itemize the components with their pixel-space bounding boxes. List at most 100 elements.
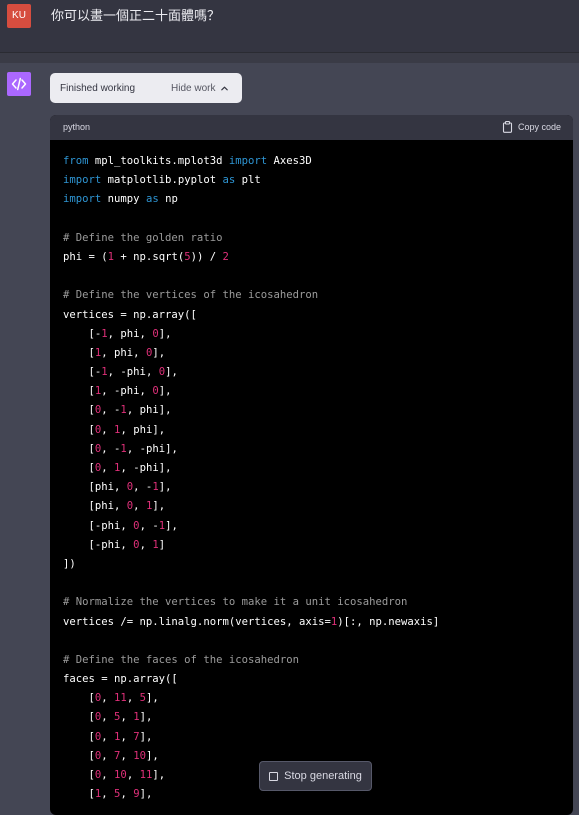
code-text: [: [63, 769, 95, 781]
code-comment: # Define the vertices of the icosahedron: [63, 289, 319, 302]
code-keyword: import: [228, 155, 268, 167]
code-text: [: [63, 404, 95, 417]
code-text: ,: [101, 749, 115, 762]
code-text: ],: [165, 519, 178, 532]
code-number: 10: [114, 769, 127, 781]
code-text: , -: [139, 519, 159, 532]
code-text: ,: [101, 423, 115, 436]
code-text: ],: [158, 327, 172, 340]
code-line: [phi, 0, 1],: [63, 497, 573, 516]
work-status-panel: Finished working Hide work: [50, 73, 242, 103]
code-text: phi = (: [63, 250, 108, 263]
work-status-label: Finished working: [60, 83, 136, 94]
code-text: [: [63, 692, 95, 705]
hide-work-label: Hide work: [171, 82, 216, 94]
code-keyword: from: [63, 155, 89, 167]
code-text: [phi,: [63, 500, 127, 513]
message-divider: [0, 53, 579, 63]
code-text: ,: [101, 769, 115, 781]
code-content: from mpl_toolkits.mplot3d import Axes3D i…: [63, 152, 573, 804]
code-text: faces = np.array([: [63, 673, 178, 686]
stop-square-icon: [269, 771, 279, 781]
code-text: numpy: [101, 193, 146, 206]
code-line: [0, 11, 5],: [63, 689, 573, 708]
code-text: ]: [158, 538, 166, 551]
code-line: [-phi, 0, -1],: [63, 517, 573, 536]
code-text: )) /: [190, 250, 223, 263]
user-avatar: KU: [7, 4, 31, 28]
code-number: 11: [139, 769, 153, 781]
code-keyword: as: [145, 193, 159, 206]
code-text: ,: [120, 788, 134, 801]
code-text: ]): [63, 557, 76, 570]
code-text: , -: [133, 481, 153, 494]
user-message-row: KU 你可以畫一個正二十面體嗎？: [0, 0, 579, 53]
code-text: )[:, np.newaxis]: [337, 615, 440, 628]
code-text: [: [63, 749, 95, 762]
code-text: [-: [63, 327, 102, 340]
code-block-header: python Copy code: [50, 115, 573, 140]
code-keyword: import: [63, 174, 102, 187]
code-line: [0, 1, 7],: [63, 728, 573, 747]
code-text: ],: [158, 481, 172, 494]
stop-generating-button[interactable]: Stop generating: [259, 761, 372, 791]
stop-generating-label: Stop generating: [284, 770, 362, 782]
code-text: ],: [139, 711, 153, 724]
code-text: [: [63, 346, 95, 359]
code-text: ,: [120, 711, 134, 724]
code-icon: [11, 77, 27, 91]
code-comment: # Normalize the vertices to make it a un…: [63, 596, 408, 609]
code-text: ],: [139, 730, 153, 743]
code-line: [0, -1, -phi],: [63, 440, 573, 459]
copy-code-label: Copy code: [517, 122, 561, 132]
code-line: [phi, 0, -1],: [63, 478, 573, 497]
code-text: ],: [152, 346, 166, 359]
chevron-up-icon: [221, 86, 229, 90]
code-text: ,: [126, 692, 140, 705]
code-line: # Define the golden ratio: [63, 229, 573, 248]
code-text: [-phi,: [63, 538, 134, 551]
code-line: [0, -1, phi],: [63, 401, 573, 420]
code-keyword: as: [222, 174, 236, 187]
code-text: [: [63, 788, 95, 801]
code-text: , -phi],: [126, 442, 178, 455]
code-comment: # Define the faces of the icosahedron: [63, 653, 299, 666]
code-text: ,: [101, 692, 115, 705]
code-text: ],: [145, 692, 159, 705]
hide-work-button[interactable]: Hide work: [171, 78, 229, 98]
code-text: plt: [235, 174, 261, 187]
code-line: faces = np.array([: [63, 670, 573, 689]
code-text: , -: [101, 442, 121, 455]
code-text: ],: [139, 788, 153, 801]
code-text: mpl_toolkits.mplot3d: [88, 155, 229, 167]
code-line: from mpl_toolkits.mplot3d import Axes3D: [63, 152, 573, 171]
code-text: ,: [101, 711, 115, 724]
code-line: vertices = np.array([: [63, 306, 573, 325]
code-text: ,: [139, 538, 153, 551]
code-line: # Normalize the vertices to make it a un…: [63, 593, 573, 612]
code-text: np: [158, 193, 178, 206]
code-text: [: [63, 711, 95, 724]
code-line: [1, -phi, 0],: [63, 382, 573, 401]
user-message-text: 你可以畫一個正二十面體嗎？: [51, 9, 221, 24]
code-keyword: import: [63, 193, 102, 206]
code-text: + np.sqrt(: [114, 250, 185, 263]
code-text: ],: [158, 385, 172, 398]
code-line: [-1, phi, 0],: [63, 325, 573, 344]
code-text: [-phi,: [63, 519, 134, 532]
code-text: , phi,: [107, 327, 153, 340]
code-text: ,: [101, 730, 115, 743]
code-text: , -: [101, 404, 121, 417]
code-line: [-phi, 0, 1]: [63, 536, 573, 555]
code-text: [: [63, 462, 95, 474]
code-text: , phi],: [126, 404, 172, 417]
copy-code-button[interactable]: Copy code: [502, 120, 561, 134]
code-text: ,: [101, 788, 115, 801]
code-comment: # Define the golden ratio: [63, 231, 223, 244]
code-text: , -phi,: [101, 385, 153, 398]
code-language-label: python: [63, 122, 91, 132]
code-line: # Define the faces of the icosahedron: [63, 651, 573, 670]
clipboard-icon: [502, 121, 513, 133]
code-text: matplotlib.pyplot: [101, 174, 223, 187]
